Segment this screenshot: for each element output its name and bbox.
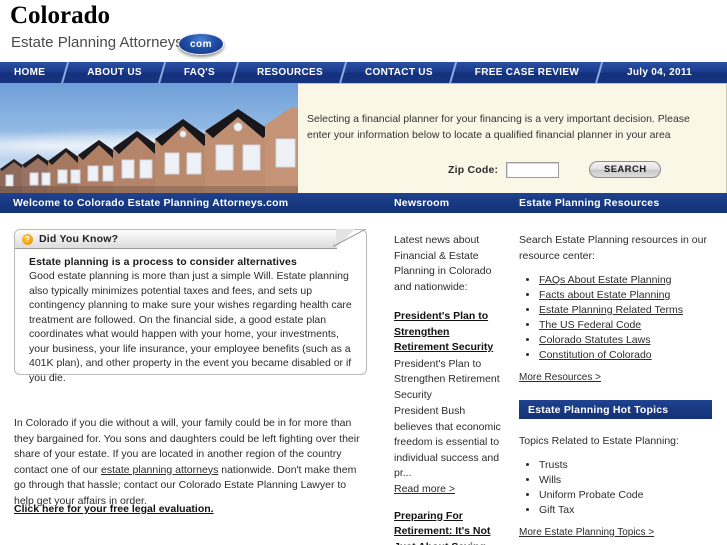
intro-paragraph: In Colorado if you die without a will, y…: [14, 416, 368, 509]
page-root: Colorado Estate Planning Attorneys. com …: [0, 0, 727, 545]
hero-banner: Selecting a financial planner for your f…: [0, 83, 727, 193]
townhouses-photo: [0, 83, 298, 193]
did-you-know-panel: ? Did You Know? Estate planning is a pro…: [14, 229, 367, 384]
dotcom-badge: com: [178, 33, 224, 55]
nav-divider-icon: [229, 62, 243, 83]
list-item[interactable]: Gift Tax: [539, 503, 719, 518]
section-newsroom-title: Newsroom: [394, 197, 450, 209]
estate-planning-attorneys-link[interactable]: estate planning attorneys: [101, 464, 218, 476]
nav-item-contact-us[interactable]: CONTACT US: [351, 62, 447, 83]
hot-topics-header: Estate Planning Hot Topics: [519, 400, 712, 419]
free-evaluation-link[interactable]: Click here for your free legal evaluatio…: [14, 503, 374, 515]
resource-link-statutes[interactable]: Colorado Statutes Laws: [539, 334, 650, 346]
did-you-know-lead: Estate planning is a process to consider…: [29, 256, 297, 268]
masthead: Colorado Estate Planning Attorneys. com: [0, 0, 727, 62]
resource-link-faqs[interactable]: FAQs About Estate Planning: [539, 274, 672, 286]
site-title-colorado: Colorado: [10, 2, 110, 29]
list-item: Colorado Statutes Laws: [539, 333, 719, 348]
nav-divider-icon: [337, 62, 351, 83]
resources-intro: Search Estate Planning resources in our …: [519, 234, 707, 262]
column-newsroom: Latest news about Financial & Estate Pla…: [394, 213, 506, 545]
section-header-bar: Welcome to Colorado Estate Planning Atto…: [0, 193, 727, 213]
hot-topics-intro: Topics Related to Estate Planning:: [519, 435, 679, 447]
resource-link-federal-code[interactable]: The US Federal Code: [539, 319, 641, 331]
site-subtitle: Estate Planning Attorneys.: [11, 34, 187, 51]
resource-link-facts[interactable]: Facts about Estate Planning: [539, 289, 670, 301]
newsroom-intro: Latest news about Financial & Estate Pla…: [394, 234, 492, 293]
did-you-know-title: Did You Know?: [39, 233, 119, 245]
resource-link-constitution[interactable]: Constitution of Colorado: [539, 349, 652, 361]
hot-topics-list: Trusts Wills Uniform Probate Code Gift T…: [519, 458, 719, 518]
current-date: July 04, 2011: [626, 67, 693, 78]
nav-item-faqs[interactable]: FAQ'S: [170, 62, 229, 83]
nav-item-free-case-review[interactable]: FREE CASE REVIEW: [461, 62, 593, 83]
list-item: Facts about Estate Planning: [539, 288, 719, 303]
houses-illustration: [0, 107, 298, 193]
news-article: Preparing For Retirement: It's Not Just …: [394, 509, 506, 545]
zip-code-label: Zip Code:: [448, 163, 499, 176]
nav-divider-icon: [59, 62, 73, 83]
zip-search-row: Zip Code: SEARCH: [448, 161, 662, 178]
nav-item-home[interactable]: HOME: [0, 62, 59, 83]
list-item: FAQs About Estate Planning: [539, 273, 719, 288]
news-headline[interactable]: Preparing For Retirement: It's Not Just …: [394, 509, 506, 545]
did-you-know-body: Estate planning is a process to consider…: [29, 256, 356, 385]
did-you-know-text: Good estate planning is more than just a…: [29, 270, 352, 384]
list-item[interactable]: Wills: [539, 473, 719, 488]
column-resources: Search Estate Planning resources in our …: [519, 213, 719, 538]
column-main: ? Did You Know? Estate planning is a pro…: [0, 213, 385, 515]
main-navigation: HOME ABOUT US FAQ'S RESOURCES CONTACT US…: [0, 62, 727, 83]
nav-item-list: HOME ABOUT US FAQ'S RESOURCES CONTACT US…: [0, 62, 607, 83]
section-resources-title: Estate Planning Resources: [519, 197, 660, 209]
list-item: Estate Planning Related Terms: [539, 303, 719, 318]
section-welcome-title: Welcome to Colorado Estate Planning Atto…: [13, 197, 289, 209]
nav-divider-icon: [156, 62, 170, 83]
question-mark-icon: ?: [22, 233, 33, 245]
news-body: President Bush believes that economic fr…: [394, 405, 501, 479]
did-you-know-header: ? Did You Know?: [15, 229, 355, 249]
nav-divider-icon: [447, 62, 461, 83]
more-resources-link[interactable]: More Resources >: [519, 372, 719, 383]
resource-link-related-terms[interactable]: Estate Planning Related Terms: [539, 304, 683, 316]
news-read-more-link[interactable]: Read more >: [394, 483, 506, 495]
promo-text: Selecting a financial planner for your f…: [307, 113, 690, 141]
zip-code-input[interactable]: [506, 161, 560, 178]
zip-search-panel: Selecting a financial planner for your f…: [298, 83, 727, 193]
list-item[interactable]: Uniform Probate Code: [539, 488, 719, 503]
nav-item-resources[interactable]: RESOURCES: [243, 62, 337, 83]
nav-item-about-us[interactable]: ABOUT US: [73, 62, 156, 83]
news-subtitle: President's Plan to Strengthen Retiremen…: [394, 357, 500, 401]
search-button[interactable]: SEARCH: [589, 161, 662, 178]
list-item[interactable]: Trusts: [539, 458, 719, 473]
news-headline[interactable]: President's Plan to Strengthen Retiremen…: [394, 309, 506, 356]
news-article: President's Plan to Strengthen Retiremen…: [394, 309, 506, 495]
resources-link-list: FAQs About Estate Planning Facts about E…: [519, 273, 719, 363]
list-item: Constitution of Colorado: [539, 348, 719, 363]
list-item: The US Federal Code: [539, 318, 719, 333]
more-hot-topics-link[interactable]: More Estate Planning Topics >: [519, 527, 719, 538]
